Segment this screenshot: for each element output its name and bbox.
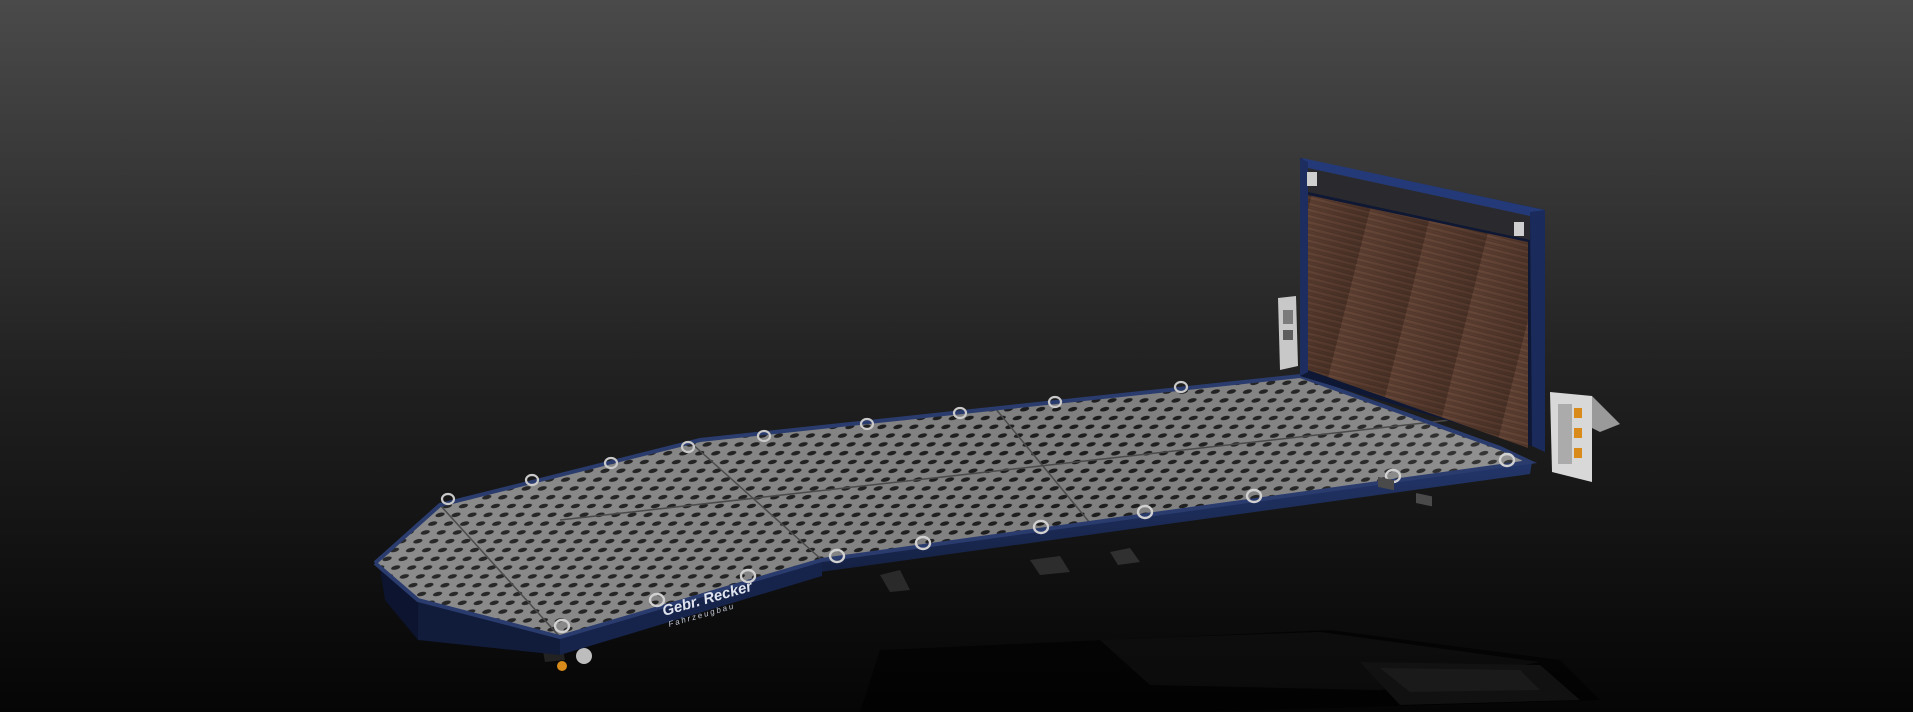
marker-lamp: [1307, 172, 1317, 186]
background: [0, 0, 1913, 712]
render-scene: Gebr. Recker Fahrzeugbau: [0, 0, 1913, 712]
side-light-left: [1278, 296, 1298, 370]
wheel-stub: [576, 648, 592, 664]
